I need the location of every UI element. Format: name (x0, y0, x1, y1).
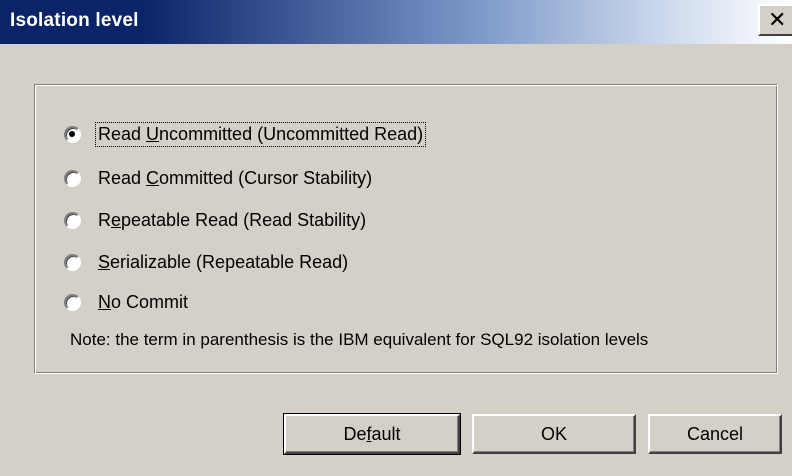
default-button-label: Default (343, 423, 401, 444)
ok-button[interactable]: OK (472, 414, 636, 454)
radio-serializable[interactable]: Serializable (Repeatable Read) (64, 248, 351, 276)
radio-button[interactable] (64, 293, 81, 311)
radio-button[interactable] (64, 125, 81, 143)
radio-label: Read Committed (Cursor Stability) (98, 167, 373, 188)
radio-no-commit[interactable]: No Commit (64, 288, 191, 316)
radio-read-committed[interactable]: Read Committed (Cursor Stability) (64, 164, 375, 192)
close-icon: ✕ (768, 7, 787, 32)
radio-repeatable-read[interactable]: Repeatable Read (Read Stability) (64, 206, 369, 234)
radio-button[interactable] (64, 211, 81, 229)
isolation-level-dialog: Isolation level ✕ Read Uncommitted (Unco… (0, 0, 792, 476)
radio-selected-dot (69, 130, 75, 137)
isolation-note: Note: the term in parenthesis is the IBM… (70, 330, 649, 349)
close-button[interactable]: ✕ (758, 4, 792, 36)
cancel-button[interactable]: Cancel (648, 414, 782, 454)
radio-read-uncommitted[interactable]: Read Uncommitted (Uncommitted Read) (64, 120, 427, 148)
radio-label: No Commit (98, 291, 189, 312)
radio-label: Repeatable Read (Read Stability) (98, 209, 367, 230)
dialog-title: Isolation level (10, 10, 139, 31)
default-button[interactable]: Default (283, 413, 461, 455)
radio-button[interactable] (64, 253, 81, 271)
radio-label: Serializable (Repeatable Read) (98, 251, 349, 272)
radio-label: Read Uncommitted (Uncommitted Read) (95, 121, 427, 147)
radio-button[interactable] (64, 169, 81, 187)
title-bar[interactable]: Isolation level ✕ (0, 0, 792, 44)
